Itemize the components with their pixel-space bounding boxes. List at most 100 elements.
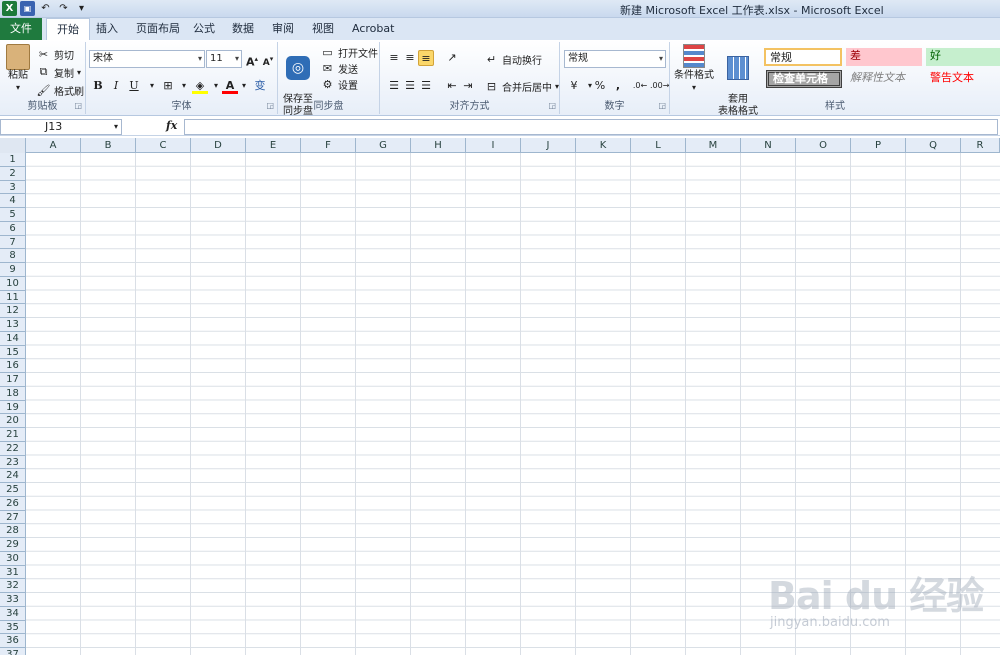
- merge-center-button[interactable]: ⊟ 合并后居中 ▾: [484, 78, 559, 94]
- formula-input[interactable]: [184, 119, 998, 135]
- row-header-19[interactable]: 19: [0, 400, 26, 415]
- row-header-25[interactable]: 25: [0, 483, 26, 497]
- dialog-launcher-icon[interactable]: ◲: [266, 101, 274, 110]
- phonetic-guide-icon[interactable]: 变: [252, 78, 268, 94]
- align-right-icon[interactable]: ☰: [418, 78, 434, 94]
- row-header-9[interactable]: 9: [0, 263, 26, 277]
- row-header-17[interactable]: 17: [0, 373, 26, 387]
- column-header-p[interactable]: P: [851, 138, 906, 153]
- shrink-font-icon[interactable]: A▾: [260, 51, 276, 68]
- row-header-12[interactable]: 12: [0, 304, 26, 318]
- tab-acrobat[interactable]: Acrobat: [342, 18, 404, 40]
- row-header-32[interactable]: 32: [0, 579, 26, 593]
- row-header-37[interactable]: 37: [0, 648, 26, 655]
- tab-page-layout[interactable]: 页面布局: [126, 18, 190, 40]
- italic-button[interactable]: I: [108, 78, 124, 94]
- conditional-dropdown-icon[interactable]: ▾: [672, 82, 716, 94]
- underline-dropdown-icon[interactable]: ▾: [144, 78, 160, 94]
- column-header-l[interactable]: L: [631, 138, 686, 153]
- accounting-format-icon[interactable]: ¥: [566, 78, 582, 94]
- row-header-33[interactable]: 33: [0, 593, 26, 607]
- number-format-select[interactable]: 常规 ▾: [564, 50, 666, 68]
- dialog-launcher-icon[interactable]: ◲: [548, 101, 556, 110]
- merge-dropdown-icon[interactable]: ▾: [555, 82, 559, 91]
- row-header-7[interactable]: 7: [0, 235, 26, 250]
- row-header-31[interactable]: 31: [0, 565, 26, 580]
- save-icon[interactable]: ▣: [20, 1, 35, 16]
- row-header-10[interactable]: 10: [0, 276, 26, 291]
- row-header-26[interactable]: 26: [0, 496, 26, 511]
- row-header-18[interactable]: 18: [0, 386, 26, 401]
- row-header-2[interactable]: 2: [0, 166, 26, 181]
- align-left-icon[interactable]: ☰: [386, 78, 402, 94]
- row-header-1[interactable]: 1: [0, 153, 26, 167]
- percent-style-button[interactable]: %: [592, 78, 608, 94]
- tab-review[interactable]: 审阅: [262, 18, 304, 40]
- font-name-select[interactable]: 宋体 ▾: [89, 50, 205, 68]
- tab-data[interactable]: 数据: [222, 18, 264, 40]
- redo-icon[interactable]: ↷: [56, 1, 71, 16]
- column-header-f[interactable]: F: [301, 138, 356, 153]
- copy-button[interactable]: ⧉ 复制 ▾: [36, 64, 81, 80]
- align-middle-icon[interactable]: ≡: [402, 50, 418, 66]
- name-box[interactable]: J13 ▾: [0, 119, 122, 135]
- grow-font-icon[interactable]: A▴: [244, 51, 260, 69]
- row-header-20[interactable]: 20: [0, 414, 26, 428]
- decrease-decimal-icon[interactable]: .00→: [650, 78, 669, 94]
- column-header-k[interactable]: K: [576, 138, 631, 153]
- row-header-15[interactable]: 15: [0, 345, 26, 360]
- insert-function-icon[interactable]: fx: [166, 119, 182, 135]
- row-header-22[interactable]: 22: [0, 441, 26, 456]
- row-header-34[interactable]: 34: [0, 606, 26, 621]
- column-header-m[interactable]: M: [686, 138, 741, 153]
- decrease-indent-icon[interactable]: ⇤: [444, 78, 460, 94]
- row-header-3[interactable]: 3: [0, 180, 26, 195]
- comma-style-button[interactable]: ,: [610, 78, 626, 94]
- tab-insert[interactable]: 插入: [86, 18, 128, 40]
- row-header-16[interactable]: 16: [0, 359, 26, 373]
- format-painter-button[interactable]: 🖌 格式刷: [36, 82, 84, 98]
- column-header-o[interactable]: O: [796, 138, 851, 153]
- row-header-30[interactable]: 30: [0, 551, 26, 566]
- column-header-i[interactable]: I: [466, 138, 521, 153]
- open-file-button[interactable]: ▭ 打开文件: [320, 44, 378, 60]
- row-header-4[interactable]: 4: [0, 194, 26, 208]
- conditional-format-button[interactable]: 条件格式 ▾: [672, 44, 716, 94]
- column-header-r[interactable]: R: [961, 138, 1000, 153]
- column-header-g[interactable]: G: [356, 138, 411, 153]
- increase-decimal-icon[interactable]: .0←: [632, 78, 648, 94]
- row-header-8[interactable]: 8: [0, 249, 26, 263]
- row-header-5[interactable]: 5: [0, 208, 26, 222]
- column-header-e[interactable]: E: [246, 138, 301, 153]
- column-header-b[interactable]: B: [81, 138, 136, 153]
- style-warning[interactable]: 警告文本: [926, 70, 1000, 88]
- tab-view[interactable]: 视图: [302, 18, 344, 40]
- row-header-27[interactable]: 27: [0, 510, 26, 525]
- settings-button[interactable]: ⚙ 设置: [320, 76, 358, 92]
- row-header-29[interactable]: 29: [0, 538, 26, 552]
- style-good[interactable]: 好: [926, 48, 1000, 66]
- dialog-launcher-icon[interactable]: ◲: [74, 101, 82, 110]
- paste-dropdown-icon[interactable]: ▾: [4, 82, 32, 94]
- chevron-down-icon[interactable]: ▾: [114, 120, 118, 134]
- row-header-35[interactable]: 35: [0, 620, 26, 635]
- style-normal[interactable]: 常规: [764, 48, 842, 66]
- column-header-q[interactable]: Q: [906, 138, 961, 153]
- column-header-h[interactable]: H: [411, 138, 466, 153]
- borders-dropdown-icon[interactable]: ▾: [176, 78, 192, 94]
- align-bottom-icon[interactable]: ≡: [418, 50, 434, 66]
- select-all-button[interactable]: [0, 138, 26, 153]
- dialog-launcher-icon[interactable]: ◲: [658, 101, 666, 110]
- increase-indent-icon[interactable]: ⇥: [460, 78, 476, 94]
- undo-icon[interactable]: ↶: [38, 1, 53, 16]
- align-center-icon[interactable]: ☰: [402, 78, 418, 94]
- borders-icon[interactable]: ⊞: [160, 78, 176, 94]
- column-header-j[interactable]: J: [521, 138, 576, 153]
- column-header-a[interactable]: A: [26, 138, 81, 153]
- underline-button[interactable]: U: [126, 78, 142, 94]
- wrap-text-button[interactable]: ↵ 自动换行: [484, 51, 542, 67]
- row-header-28[interactable]: 28: [0, 524, 26, 538]
- row-header-36[interactable]: 36: [0, 634, 26, 648]
- copy-dropdown-icon[interactable]: ▾: [77, 68, 81, 77]
- font-size-select[interactable]: 11 ▾: [206, 50, 242, 68]
